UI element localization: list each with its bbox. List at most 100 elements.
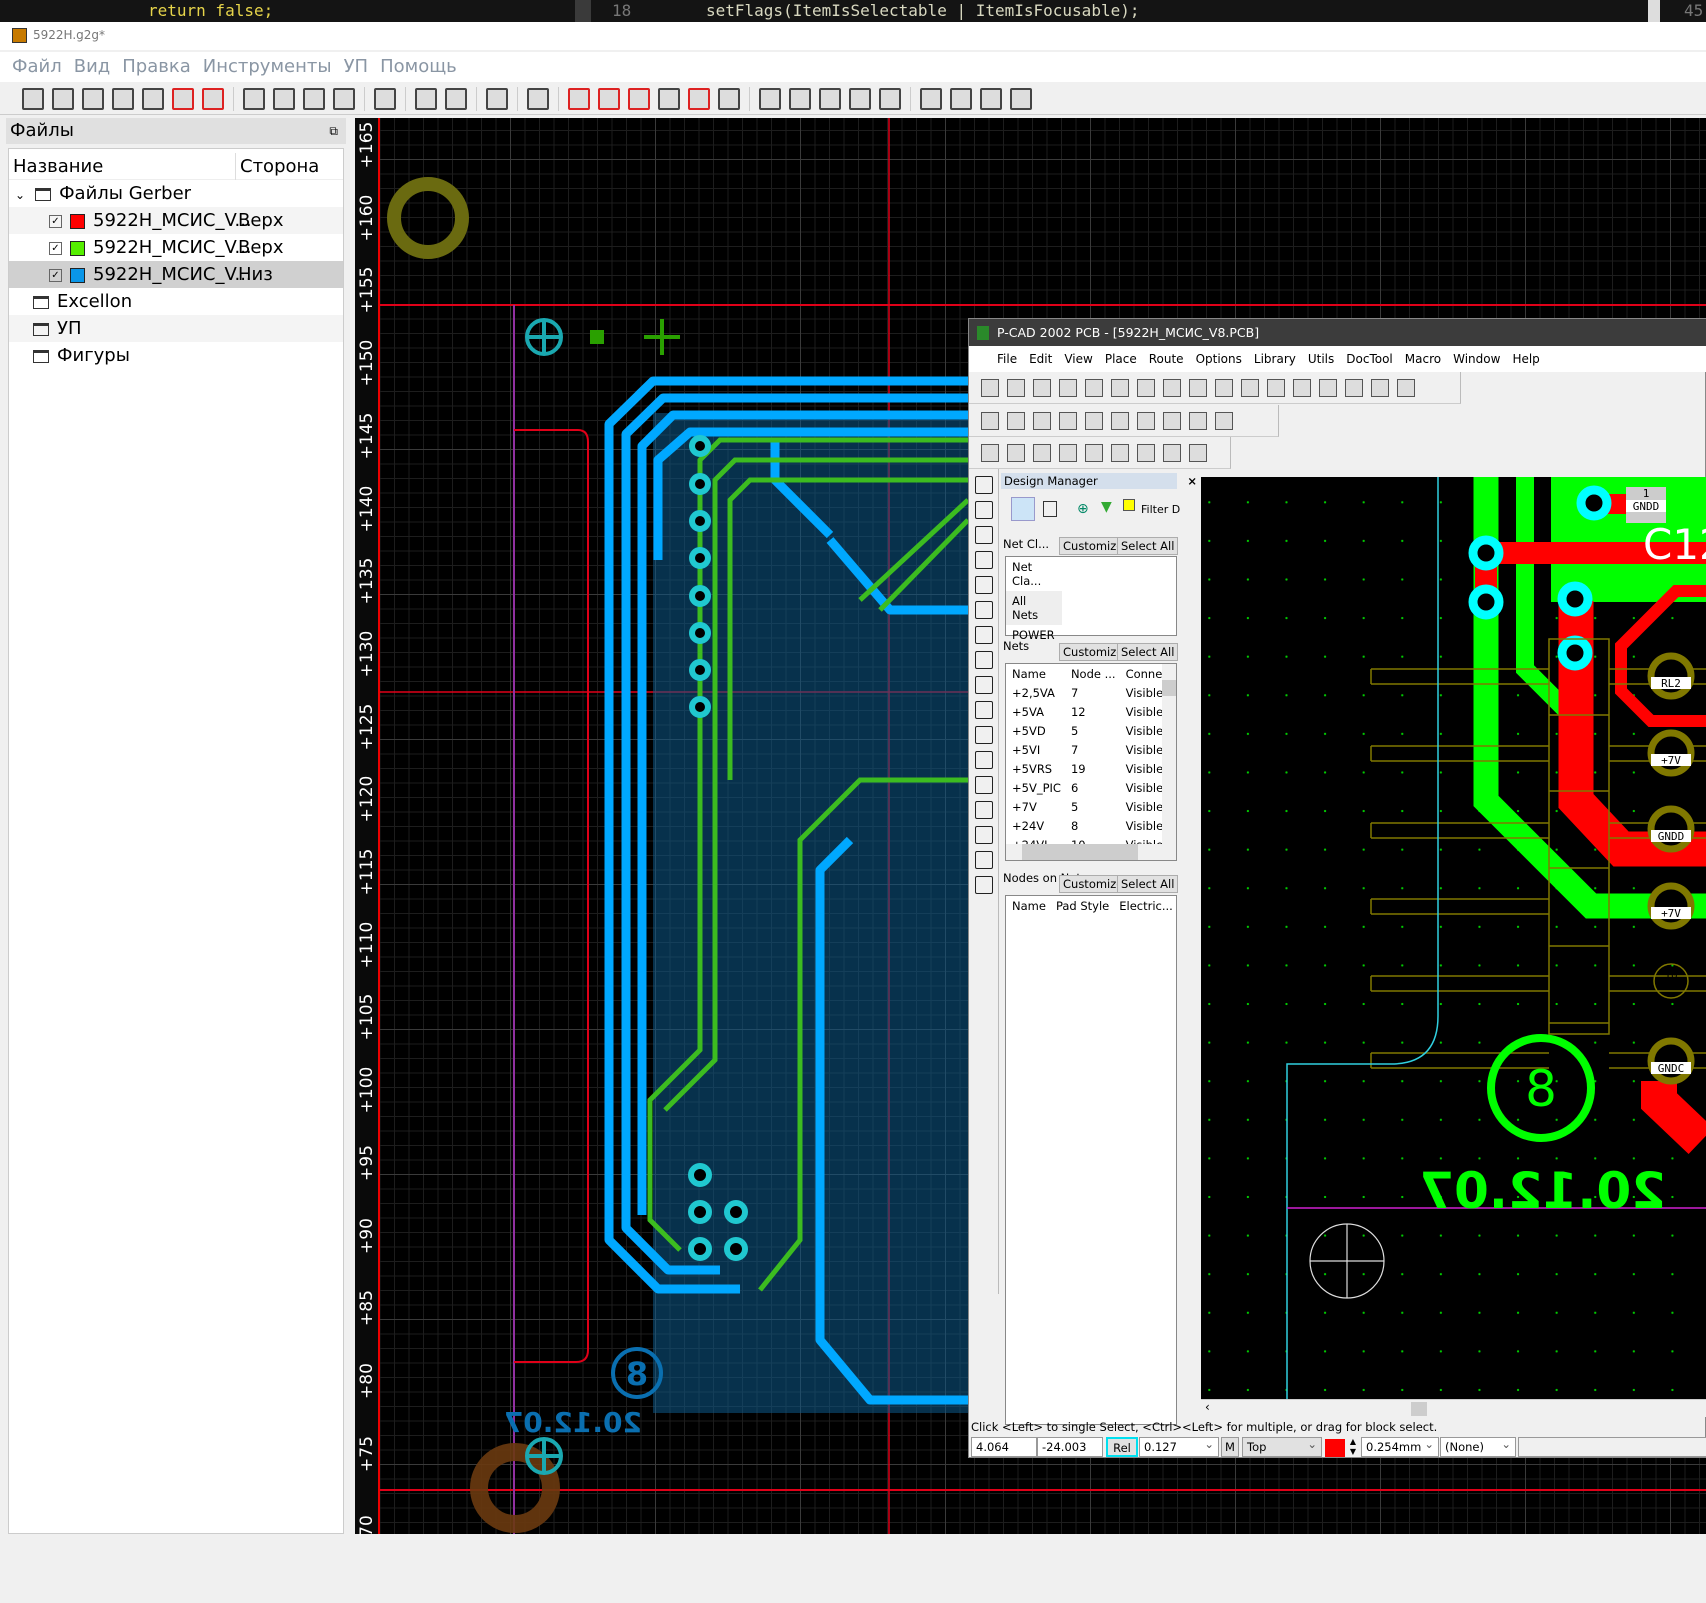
route-manual-icon[interactable] <box>981 411 999 430</box>
column-name[interactable]: Название <box>13 153 103 180</box>
point-icon[interactable] <box>759 87 781 110</box>
y-coordinate[interactable]: -24.003 <box>1037 1437 1103 1457</box>
arc-route-icon[interactable] <box>1189 411 1207 430</box>
tree-file-row[interactable]: ✓ 5922H_МСИС_V... Низ <box>9 261 343 288</box>
copy-icon[interactable] <box>1137 378 1155 397</box>
width-select[interactable]: 0.254mm <box>1361 1435 1439 1457</box>
arc-icon[interactable] <box>975 601 993 619</box>
tree-folder-gerber[interactable]: ⌄ Файлы Gerber <box>9 180 343 207</box>
table-icon[interactable] <box>981 443 999 462</box>
zoom-selection-icon[interactable] <box>303 87 325 110</box>
chevron-down-icon[interactable]: ⌄ <box>15 188 25 202</box>
select-all-button[interactable]: Select All <box>1117 537 1179 555</box>
route-interactive-icon[interactable] <box>1007 411 1025 430</box>
column-header[interactable]: Node ... <box>1065 664 1120 683</box>
pcad-menu-item[interactable]: Utils <box>1308 352 1334 366</box>
save-icon[interactable] <box>1059 378 1077 397</box>
select-icon[interactable] <box>981 378 999 397</box>
subtract-icon[interactable] <box>950 87 972 110</box>
layer-sets-icon[interactable] <box>1033 443 1051 462</box>
undock-icon[interactable]: ⧉ <box>329 118 338 144</box>
style-select[interactable]: (None) <box>1440 1435 1516 1457</box>
tree-file-row[interactable]: ✓ 5922H_МСИС_V... Верх <box>9 234 343 261</box>
intersect-icon[interactable] <box>980 87 1002 110</box>
column-header[interactable]: Name <box>1006 664 1065 683</box>
measure-icon[interactable] <box>1241 378 1259 397</box>
tree-folder[interactable]: УП <box>9 315 343 342</box>
x-coordinate[interactable]: 4.064 <box>971 1437 1037 1457</box>
copper-pour-icon[interactable] <box>975 676 993 694</box>
layer-fill-icon[interactable] <box>568 87 590 110</box>
pcad-menu-item[interactable]: Macro <box>1405 352 1441 366</box>
close-icon[interactable]: × <box>1187 473 1197 489</box>
column-header[interactable]: Pad Style <box>1050 896 1113 915</box>
select-all-button[interactable]: Select All <box>1117 643 1179 661</box>
metric-toggle[interactable]: M <box>1221 1437 1239 1457</box>
drill-icon[interactable] <box>688 87 710 110</box>
grid-select[interactable]: 0.127 <box>1139 1435 1219 1457</box>
xor-icon[interactable] <box>1010 87 1032 110</box>
text-icon[interactable] <box>879 87 901 110</box>
circle-icon[interactable] <box>789 87 811 110</box>
highlight-icon[interactable] <box>1397 378 1415 397</box>
print-icon[interactable] <box>1085 378 1103 397</box>
filter-icon[interactable]: ▼ <box>1101 499 1112 515</box>
close-file-icon[interactable] <box>202 87 224 110</box>
bus-route-icon[interactable] <box>1059 411 1077 430</box>
net-row[interactable]: +24V 8 Visible <box>1006 816 1176 835</box>
save-icon[interactable] <box>82 87 104 110</box>
component-mode-icon[interactable] <box>1043 501 1057 517</box>
relative-toggle[interactable]: Rel <box>1106 1437 1138 1457</box>
checkbox[interactable]: ✓ <box>49 241 62 255</box>
open-icon[interactable] <box>52 87 74 110</box>
zoom-icon[interactable]: ⊕ <box>1077 501 1089 517</box>
paste-icon[interactable] <box>1163 378 1181 397</box>
layer-spinner[interactable]: ▲ ▼ <box>1347 1437 1359 1457</box>
net-row[interactable]: +5VA 12 Visible <box>1006 702 1176 721</box>
pcad-menu-item[interactable]: Options <box>1196 352 1242 366</box>
menu-item[interactable]: Вид <box>74 52 111 82</box>
cut-icon[interactable] <box>1111 378 1129 397</box>
pcad-menu-item[interactable]: Window <box>1453 352 1500 366</box>
line-icon[interactable] <box>975 576 993 594</box>
pcad-canvas[interactable]: C12 1GNDD2RL24+7V6GNDD8+7V1012GNDC 8 20.… <box>1201 477 1706 1399</box>
zoom-out-icon[interactable] <box>333 87 355 110</box>
prohibit-icon[interactable] <box>975 726 993 744</box>
menu-item[interactable]: Файл <box>12 52 62 82</box>
field-icon[interactable] <box>975 851 993 869</box>
net-row[interactable]: +5VI 7 Visible <box>1006 740 1176 759</box>
connection-icon[interactable] <box>975 501 993 519</box>
room-icon[interactable] <box>975 776 993 794</box>
tree-file-row[interactable]: ✓ 5922H_МСИС_V... Верх <box>9 207 343 234</box>
list-icon[interactable] <box>1137 443 1155 462</box>
pcad-menu-item[interactable]: Edit <box>1029 352 1052 366</box>
select-all-button[interactable]: Select All <box>1117 875 1179 893</box>
drc-icon[interactable] <box>1293 378 1311 397</box>
spiral-icon[interactable] <box>598 87 620 110</box>
cutout-icon[interactable] <box>975 701 993 719</box>
pcad-menu-item[interactable]: File <box>997 352 1017 366</box>
export-icon[interactable] <box>172 87 194 110</box>
checkbox[interactable]: ✓ <box>49 268 62 282</box>
zoom-fit-icon[interactable] <box>243 87 265 110</box>
net-row[interactable]: +5VD 5 Visible <box>1006 721 1176 740</box>
scrollbar[interactable] <box>1648 0 1660 22</box>
route-diag-icon[interactable] <box>1371 378 1389 397</box>
plane-icon[interactable] <box>975 751 993 769</box>
redo-icon[interactable] <box>1215 378 1233 397</box>
pcad-menu-item[interactable]: Place <box>1105 352 1137 366</box>
checkbox[interactable]: ✓ <box>49 214 62 228</box>
menu-item[interactable]: Инструменты <box>203 52 332 82</box>
save-as-icon[interactable] <box>112 87 134 110</box>
layer-select[interactable]: Top <box>1242 1435 1322 1457</box>
nets-mode-icon[interactable] <box>1011 497 1035 521</box>
text-icon[interactable] <box>975 801 993 819</box>
pcad-menu-item[interactable]: View <box>1064 352 1092 366</box>
swap-icon[interactable] <box>1319 378 1337 397</box>
tree-folder[interactable]: Excellon <box>9 288 343 315</box>
multi-route-icon[interactable] <box>1085 411 1103 430</box>
net-row[interactable]: +7V 5 Visible <box>1006 797 1176 816</box>
keepout-icon[interactable] <box>975 651 993 669</box>
zoom-board-icon[interactable] <box>273 87 295 110</box>
save-all-icon[interactable] <box>142 87 164 110</box>
